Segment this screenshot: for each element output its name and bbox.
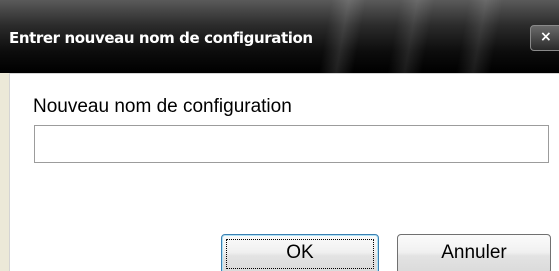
dialog-title: Entrer nouveau nom de configuration [9, 29, 313, 47]
cancel-button-label: Annuler [441, 242, 507, 263]
title-bar[interactable]: Entrer nouveau nom de configuration × [0, 0, 559, 73]
close-button[interactable]: × [530, 25, 559, 51]
config-name-input[interactable] [34, 125, 549, 163]
ok-button-label: OK [286, 242, 314, 263]
config-name-label: Nouveau nom de configuration [33, 96, 292, 117]
ok-button[interactable]: OK [221, 234, 379, 271]
config-name-dialog: Entrer nouveau nom de configuration × No… [0, 0, 559, 271]
close-icon: × [540, 29, 552, 45]
cancel-button[interactable]: Annuler [397, 234, 551, 271]
